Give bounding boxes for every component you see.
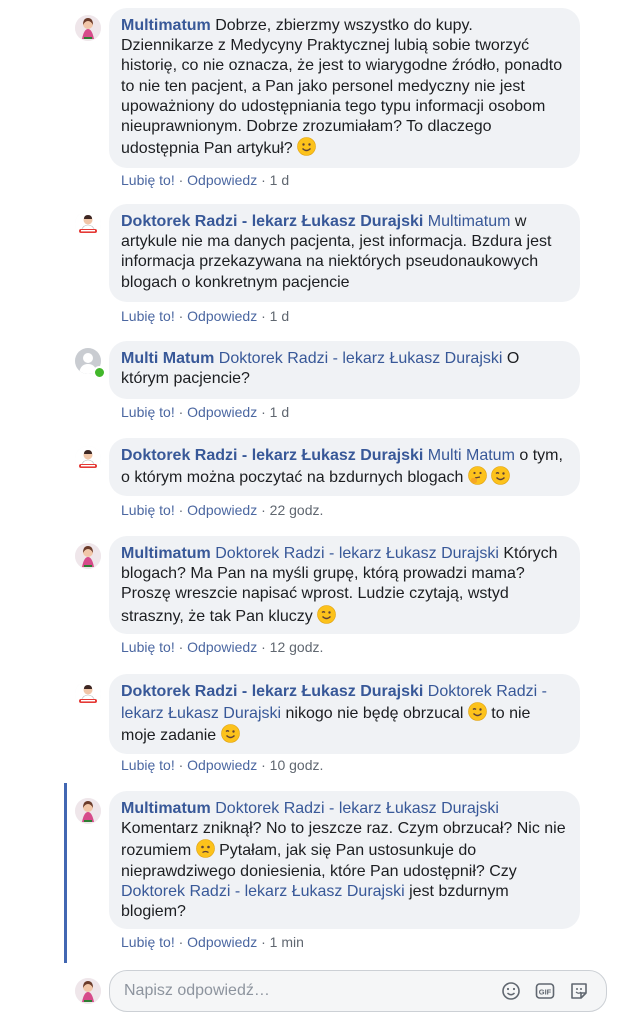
current-user-avatar[interactable] bbox=[75, 978, 101, 1004]
sticker-icon[interactable] bbox=[568, 980, 590, 1002]
avatar[interactable] bbox=[75, 543, 101, 569]
avatar[interactable] bbox=[75, 446, 101, 472]
like-button[interactable]: Lubię to! bbox=[121, 757, 175, 773]
comment-timestamp[interactable]: 12 godz. bbox=[270, 639, 324, 655]
comment-bubble: Doktorek Radzi - lekarz Łukasz Durajski … bbox=[109, 674, 580, 754]
confused-emoji-icon bbox=[195, 839, 215, 859]
comment-author[interactable]: Doktorek Radzi - lekarz Łukasz Durajski bbox=[121, 683, 423, 700]
comment-actions: Lubię to! · Odpowiedz · 1 min bbox=[121, 934, 304, 950]
reply-button[interactable]: Odpowiedz bbox=[187, 757, 257, 773]
comment-text: nikogo nie będę obrzucal bbox=[281, 705, 468, 723]
comment-bubble: Multimatum Dobrze, zbierzmy wszystko do … bbox=[109, 8, 580, 168]
comment-actions: Lubię to! · Odpowiedz · 1 d bbox=[121, 404, 290, 420]
mention-link[interactable]: Doktorek Radzi - lekarz Łukasz Durajski bbox=[215, 800, 499, 817]
comment-bubble: Doktorek Radzi - lekarz Łukasz Durajski … bbox=[109, 438, 580, 496]
comment-bubble: Multi Matum Doktorek Radzi - lekarz Łuka… bbox=[109, 341, 580, 399]
mention-link[interactable]: Doktorek Radzi - lekarz Łukasz Durajski bbox=[121, 883, 405, 900]
comment-actions: Lubię to! · Odpowiedz · 22 godz. bbox=[121, 502, 324, 518]
comment-author[interactable]: Multimatum bbox=[121, 545, 211, 562]
mention-link[interactable]: Doktorek Radzi - lekarz Łukasz Durajski bbox=[219, 350, 503, 367]
like-button[interactable]: Lubię to! bbox=[121, 639, 175, 655]
reply-button[interactable]: Odpowiedz bbox=[187, 934, 257, 950]
new-comment-indicator bbox=[64, 783, 67, 963]
wink-emoji-icon bbox=[317, 604, 337, 624]
smile-emoji-icon bbox=[297, 137, 317, 157]
svg-text:GIF: GIF bbox=[539, 988, 552, 997]
mention-link[interactable]: Doktorek Radzi - lekarz Łukasz Durajski bbox=[215, 545, 499, 562]
comment-actions: Lubię to! · Odpowiedz · 1 d bbox=[121, 172, 290, 188]
comment-bubble: Doktorek Radzi - lekarz Łukasz Durajski … bbox=[109, 204, 580, 302]
reply-input[interactable] bbox=[124, 980, 484, 1002]
online-status-dot bbox=[93, 366, 106, 379]
mention-link[interactable]: Multi Matum bbox=[428, 447, 515, 464]
like-button[interactable]: Lubię to! bbox=[121, 502, 175, 518]
avatar[interactable] bbox=[75, 15, 101, 41]
reply-button[interactable]: Odpowiedz bbox=[187, 172, 257, 188]
comment-timestamp[interactable]: 1 d bbox=[270, 172, 289, 188]
wink-emoji-icon bbox=[491, 466, 511, 486]
comment-actions: Lubię to! · Odpowiedz · 1 d bbox=[121, 308, 290, 324]
mention-link[interactable]: Multimatum bbox=[428, 213, 511, 230]
wink-emoji-icon bbox=[467, 702, 487, 722]
avatar[interactable] bbox=[75, 798, 101, 824]
reply-button[interactable]: Odpowiedz bbox=[187, 639, 257, 655]
comment-timestamp[interactable]: 10 godz. bbox=[270, 757, 324, 773]
thinking-emoji-icon bbox=[467, 466, 487, 486]
comment-bubble: Multimatum Doktorek Radzi - lekarz Łukas… bbox=[109, 536, 580, 634]
comment-author[interactable]: Doktorek Radzi - lekarz Łukasz Durajski bbox=[121, 447, 423, 464]
comment-author[interactable]: Doktorek Radzi - lekarz Łukasz Durajski bbox=[121, 213, 423, 230]
comment-timestamp[interactable]: 1 d bbox=[270, 308, 289, 324]
comment-author[interactable]: Multimatum bbox=[121, 800, 211, 817]
like-button[interactable]: Lubię to! bbox=[121, 934, 175, 950]
comment-timestamp[interactable]: 1 min bbox=[270, 934, 304, 950]
comment-bubble: Multimatum Doktorek Radzi - lekarz Łukas… bbox=[109, 791, 580, 929]
gif-icon[interactable]: GIF bbox=[534, 980, 556, 1002]
like-button[interactable]: Lubię to! bbox=[121, 308, 175, 324]
wink-emoji-icon bbox=[220, 724, 240, 744]
reply-button[interactable]: Odpowiedz bbox=[187, 308, 257, 324]
comment-text: Dobrze, zbierzmy wszystko do kupy. Dzien… bbox=[121, 17, 563, 158]
emoji-icon[interactable] bbox=[500, 980, 522, 1002]
comment-actions: Lubię to! · Odpowiedz · 12 godz. bbox=[121, 639, 324, 655]
comment-author[interactable]: Multi Matum bbox=[121, 350, 214, 367]
avatar[interactable] bbox=[75, 681, 101, 707]
comment-timestamp[interactable]: 22 godz. bbox=[270, 502, 324, 518]
comment-author[interactable]: Multimatum bbox=[121, 17, 211, 34]
like-button[interactable]: Lubię to! bbox=[121, 404, 175, 420]
avatar[interactable] bbox=[75, 211, 101, 237]
comment-timestamp[interactable]: 1 d bbox=[270, 404, 289, 420]
reply-button[interactable]: Odpowiedz bbox=[187, 404, 257, 420]
like-button[interactable]: Lubię to! bbox=[121, 172, 175, 188]
reply-button[interactable]: Odpowiedz bbox=[187, 502, 257, 518]
comment-actions: Lubię to! · Odpowiedz · 10 godz. bbox=[121, 757, 324, 773]
reply-composer: GIF bbox=[109, 970, 607, 1012]
